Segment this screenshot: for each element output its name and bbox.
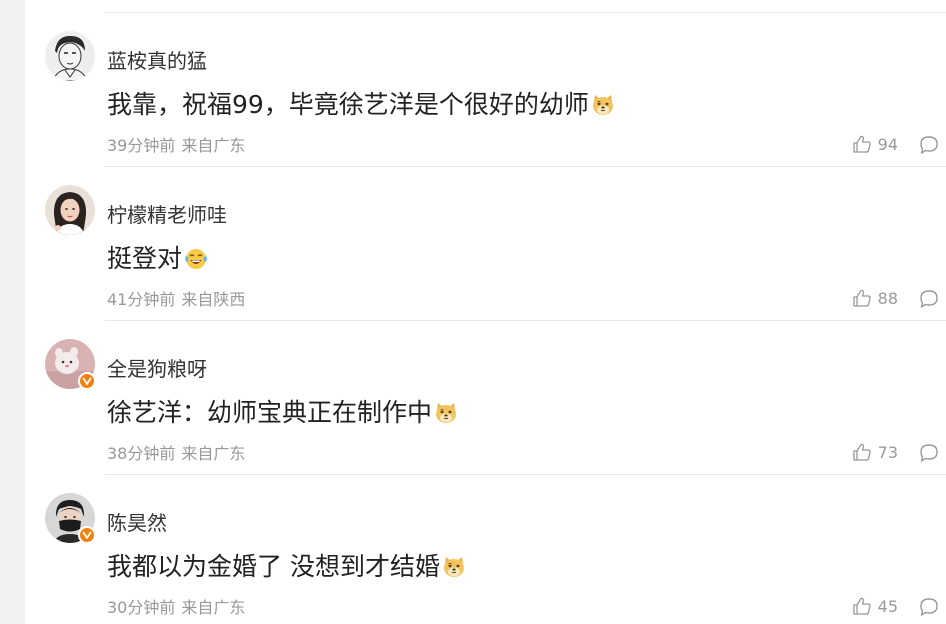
thumbs-up-icon	[852, 597, 871, 615]
comment-meta: 41分钟前 来自陕西	[107, 290, 245, 310]
comment-text: 我都以为金婚了 没想到才结婚	[107, 552, 440, 581]
user-avatar[interactable]	[45, 339, 96, 390]
like-button[interactable]: 45	[852, 596, 898, 616]
comment-location: 来自广东	[181, 598, 246, 617]
comment-text-row: 徐艺洋：幼师宝典正在制作中	[107, 397, 458, 429]
comment-bubble-icon	[920, 290, 938, 308]
username[interactable]: 蓝桉真的猛	[107, 49, 207, 73]
comment-text: 我靠，祝福99，毕竟徐艺洋是个很好的幼师	[107, 90, 589, 119]
verified-v-icon	[82, 531, 92, 539]
comment-item: 全是狗粮呀 徐艺洋：幼师宝典正在制作中 38分钟前 来自广东 73	[25, 321, 946, 475]
username[interactable]: 柠檬精老师哇	[107, 203, 227, 227]
like-count: 45	[877, 596, 898, 616]
like-count: 88	[877, 288, 898, 308]
comment-text: 挺登对	[107, 244, 183, 273]
reply-button[interactable]	[918, 596, 940, 618]
comment-item: 陈昊然 我都以为金婚了 没想到才结婚 30分钟前 来自广东 45	[25, 475, 946, 624]
comment-time: 30分钟前	[107, 598, 176, 617]
comment-bubble-icon	[920, 598, 938, 616]
user-avatar[interactable]	[45, 185, 95, 235]
comment-text-row: 我都以为金婚了 没想到才结婚	[107, 551, 466, 583]
comment-time: 39分钟前	[107, 136, 176, 155]
comment-text: 徐艺洋：幼师宝典正在制作中	[107, 398, 433, 427]
doge-icon	[592, 95, 613, 115]
tears-of-joy-icon	[185, 249, 207, 269]
girl-photo-avatar	[45, 185, 95, 235]
comment-location: 来自广东	[181, 444, 246, 463]
sketch-portrait-avatar	[45, 31, 95, 81]
username[interactable]: 全是狗粮呀	[107, 357, 207, 381]
comment-text-row: 挺登对	[107, 243, 208, 275]
username[interactable]: 陈昊然	[107, 511, 167, 535]
thumbs-up-icon	[852, 135, 871, 153]
reply-button[interactable]	[918, 442, 940, 464]
comment-meta: 38分钟前 来自广东	[107, 444, 245, 464]
comment-time: 41分钟前	[107, 290, 176, 309]
comment-meta: 39分钟前 来自广东	[107, 136, 245, 156]
verified-v-icon	[82, 377, 92, 385]
reply-button[interactable]	[918, 134, 940, 156]
thumbs-up-icon	[852, 443, 871, 461]
comment-location: 来自广东	[181, 136, 246, 155]
reply-button[interactable]	[918, 288, 940, 310]
comment-text-row: 我靠，祝福99，毕竟徐艺洋是个很好的幼师	[107, 89, 615, 121]
comment-item: 柠檬精老师哇 挺登对 41分钟前 来自陕西 88	[25, 167, 946, 321]
verified-badge	[78, 372, 96, 390]
comment-item: 蓝桉真的猛 我靠，祝福99，毕竟徐艺洋是个很好的幼师 39分钟前 来自广东 94	[25, 13, 946, 167]
like-button[interactable]: 88	[852, 288, 898, 308]
user-avatar[interactable]	[45, 31, 95, 81]
doge-icon	[443, 557, 464, 577]
like-count: 94	[877, 134, 898, 154]
verified-badge	[78, 526, 96, 544]
comment-bubble-icon	[920, 444, 938, 462]
like-button[interactable]: 73	[852, 442, 898, 462]
comment-time: 38分钟前	[107, 444, 176, 463]
thumbs-up-icon	[852, 289, 871, 307]
like-button[interactable]: 94	[852, 134, 898, 154]
comment-location: 来自陕西	[181, 290, 246, 309]
comment-bubble-icon	[920, 136, 938, 154]
comment-meta: 30分钟前 来自广东	[107, 598, 245, 618]
doge-icon	[436, 403, 457, 423]
comment-list-panel: 蓝桉真的猛 我靠，祝福99，毕竟徐艺洋是个很好的幼师 39分钟前 来自广东 94…	[25, 0, 946, 624]
like-count: 73	[877, 442, 898, 462]
user-avatar[interactable]	[45, 493, 96, 544]
